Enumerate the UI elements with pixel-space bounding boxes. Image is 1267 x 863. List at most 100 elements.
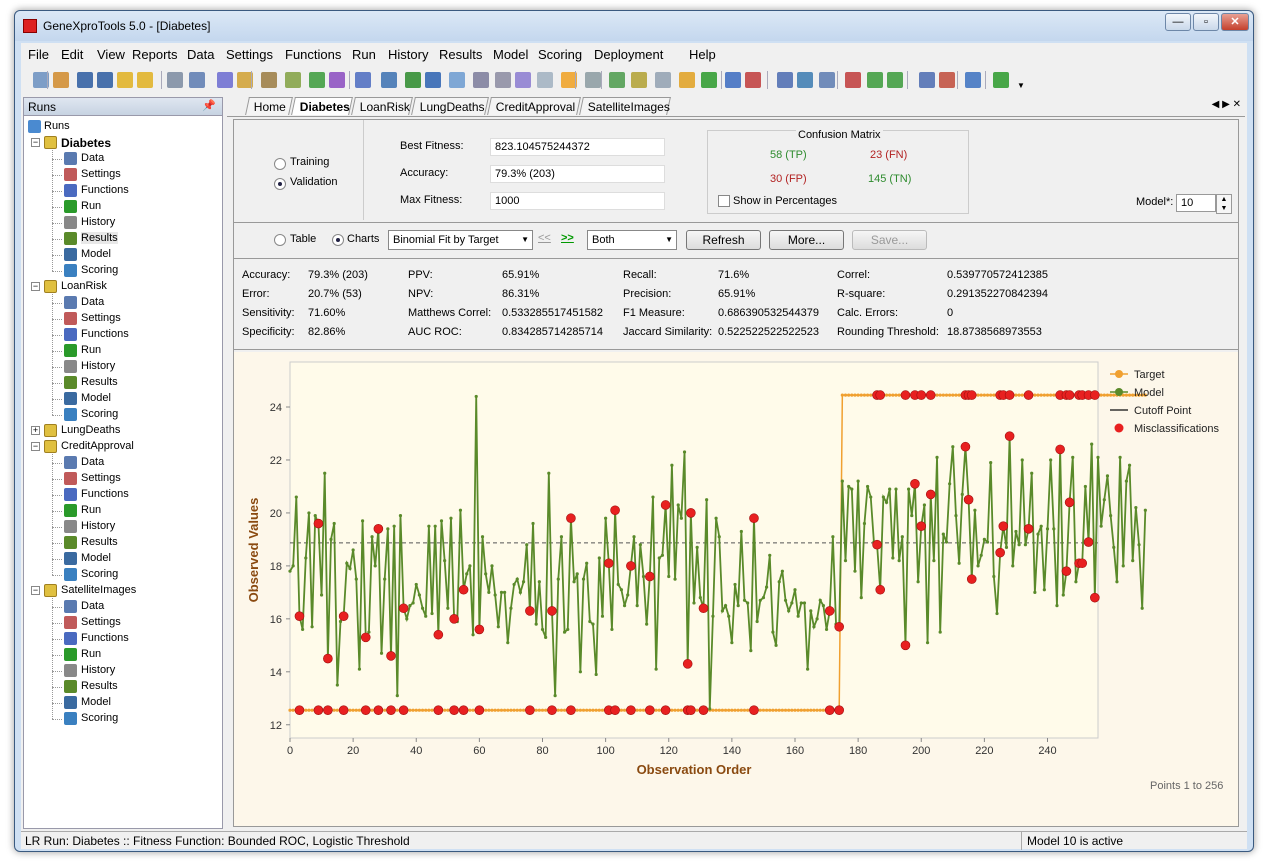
tree-item-settings[interactable]: Settings (81, 472, 121, 484)
tree-item-scoring[interactable]: Scoring (81, 408, 118, 420)
tab-creditapproval[interactable]: CreditApproval (487, 97, 581, 115)
list-icon[interactable] (473, 72, 489, 88)
excel-icon[interactable] (845, 72, 861, 88)
tree-item-model[interactable]: Model (81, 696, 111, 708)
menu-scoring[interactable]: Scoring (538, 47, 582, 62)
tree-item-functions[interactable]: Functions (81, 632, 129, 644)
print-preview-icon[interactable] (167, 72, 183, 88)
tree-item-results[interactable]: Results (81, 376, 118, 388)
menu-functions[interactable]: Functions (285, 47, 341, 62)
chart-icon[interactable] (537, 72, 553, 88)
cube-icon[interactable] (425, 72, 441, 88)
menu-file[interactable]: File (28, 47, 49, 62)
more-button[interactable]: More... (769, 230, 844, 250)
excel3-icon[interactable] (887, 72, 903, 88)
tree-item-functions[interactable]: Functions (81, 488, 129, 500)
tree-item-data[interactable]: Data (81, 456, 104, 468)
menu-results[interactable]: Results (439, 47, 482, 62)
tree-item-run[interactable]: Run (81, 648, 101, 660)
tree-item-run[interactable]: Run (81, 504, 101, 516)
table-icon[interactable] (585, 72, 601, 88)
save-button[interactable]: Save... (852, 230, 927, 250)
chart-type-select[interactable]: Binomial Fit by Target (388, 230, 533, 250)
tree-item-results[interactable]: Results (81, 232, 118, 244)
title-bar[interactable]: GeneXproTools 5.0 - [Diabetes] — ▫ ✕ (15, 11, 1253, 41)
menu-deployment[interactable]: Deployment (594, 47, 663, 62)
model-spinner[interactable]: 10 (1176, 194, 1216, 212)
menu-help[interactable]: Help (689, 47, 716, 62)
code-red-icon[interactable] (745, 72, 761, 88)
project-creditapproval[interactable]: CreditApproval (61, 440, 134, 452)
menu-edit[interactable]: Edit (61, 47, 83, 62)
menu-model[interactable]: Model (493, 47, 528, 62)
model-spinner-arrows[interactable]: ▲ ▼ (1216, 194, 1232, 214)
expand-toggle-icon[interactable]: − (31, 138, 40, 147)
tab-diabetes[interactable]: Diabetes (291, 97, 353, 115)
tree-item-data[interactable]: Data (81, 152, 104, 164)
open-icon[interactable] (53, 72, 69, 88)
functions-icon[interactable] (261, 72, 277, 88)
history-icon[interactable] (309, 72, 325, 88)
tools-icon[interactable] (679, 72, 695, 88)
tree-item-history[interactable]: History (81, 360, 115, 372)
tree-item-history[interactable]: History (81, 216, 115, 228)
tree-item-settings[interactable]: Settings (81, 168, 121, 180)
project-lungdeaths[interactable]: LungDeaths (61, 424, 120, 436)
tree-item-results[interactable]: Results (81, 536, 118, 548)
tree-item-scoring[interactable]: Scoring (81, 712, 118, 724)
menu-run[interactable]: Run (352, 47, 376, 62)
tree-item-data[interactable]: Data (81, 296, 104, 308)
tab-loanrisk[interactable]: LoanRisk (351, 97, 413, 115)
toolbar-overflow-icon[interactable]: ▼ (1017, 81, 1025, 90)
code-icon[interactable] (725, 72, 741, 88)
expand-toggle-icon[interactable]: − (31, 282, 40, 291)
menu-data[interactable]: Data (187, 47, 214, 62)
add-icon[interactable] (631, 72, 647, 88)
tree-root[interactable]: Runs (44, 120, 70, 132)
tree-item-data[interactable]: Data (81, 600, 104, 612)
previous-chart-link[interactable]: << (538, 232, 551, 244)
tree-item-history[interactable]: History (81, 664, 115, 676)
wrench-icon[interactable] (515, 72, 531, 88)
show-percentages-checkbox[interactable] (718, 195, 730, 207)
tab-nav-icons[interactable]: ◀ ▶ ✕ (1212, 99, 1241, 110)
save-all-icon[interactable] (97, 72, 113, 88)
run-icon[interactable] (285, 72, 301, 88)
save-icon[interactable] (77, 72, 93, 88)
help-icon[interactable] (993, 72, 1009, 88)
tree-icon[interactable] (449, 72, 465, 88)
stats-icon[interactable] (919, 72, 935, 88)
tree-item-functions[interactable]: Functions (81, 328, 129, 340)
calculator-icon[interactable] (965, 72, 981, 88)
close-button[interactable]: ✕ (1221, 13, 1249, 31)
training-radio[interactable] (274, 158, 286, 170)
menu-reports[interactable]: Reports (132, 47, 178, 62)
menu-history[interactable]: History (388, 47, 428, 62)
tree-item-history[interactable]: History (81, 520, 115, 532)
refresh-button[interactable]: Refresh (686, 230, 761, 250)
dataset-select[interactable]: Both (587, 230, 677, 250)
project-diabetes[interactable]: Diabetes (61, 136, 111, 150)
tab-satelliteimages[interactable]: SatelliteImages (579, 97, 671, 115)
export2-icon[interactable] (797, 72, 813, 88)
report-icon[interactable] (189, 72, 205, 88)
tree-item-model[interactable]: Model (81, 248, 111, 260)
project-loanrisk[interactable]: LoanRisk (61, 280, 107, 292)
minimize-button[interactable]: — (1165, 13, 1191, 31)
menu-settings[interactable]: Settings (226, 47, 273, 62)
folder-icon[interactable] (117, 72, 133, 88)
folder-star-icon[interactable] (137, 72, 153, 88)
next-chart-link[interactable]: >> (561, 232, 574, 244)
gear-icon[interactable] (495, 72, 511, 88)
deploy-icon[interactable] (405, 72, 421, 88)
table-radio[interactable] (274, 234, 286, 246)
data-icon[interactable] (217, 72, 233, 88)
pin-icon[interactable]: 📌 (202, 99, 216, 112)
validation-radio[interactable] (274, 178, 286, 190)
scoring-icon[interactable] (381, 72, 397, 88)
expand-toggle-icon[interactable]: + (31, 426, 40, 435)
tree-item-functions[interactable]: Functions (81, 184, 129, 196)
tree-item-scoring[interactable]: Scoring (81, 568, 118, 580)
excel2-icon[interactable] (867, 72, 883, 88)
tree-item-run[interactable]: Run (81, 200, 101, 212)
